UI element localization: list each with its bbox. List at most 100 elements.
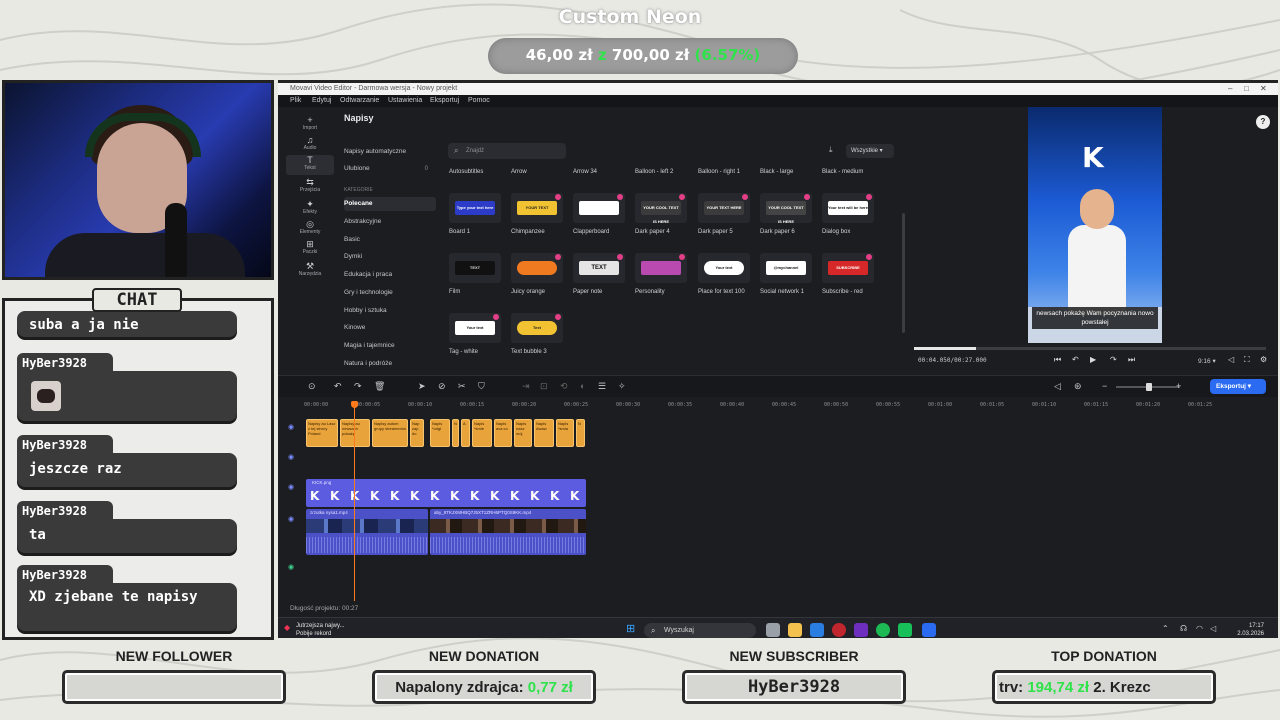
zoom-slider-knob[interactable] (1146, 383, 1152, 391)
title-tile[interactable]: @mychannel (760, 253, 812, 283)
text-clip[interactable]: Napis *odgł (430, 419, 450, 447)
image-clip[interactable]: KICK.png K K K K K K K K K K K K K K (306, 479, 586, 507)
playhead[interactable] (351, 401, 358, 601)
maximize-icon[interactable]: □ (1244, 83, 1249, 95)
undo-icon[interactable]: ↶ (334, 381, 342, 392)
track-visibility-icon[interactable]: ◉ (288, 423, 294, 431)
zoom-in-icon[interactable]: + (1176, 381, 1181, 391)
track-visibility-icon[interactable]: ◉ (288, 453, 294, 461)
speaker-icon[interactable]: ◁ (1210, 624, 1216, 633)
menu-edit[interactable]: Edytuj (312, 95, 331, 107)
video-clip[interactable]: aby_8TKJXMHBQ7J5XT1ZRH6PTQ0S9KK.mp4 (430, 509, 586, 555)
menu-file[interactable]: Plik (290, 95, 301, 107)
volume-icon[interactable]: ◁ (1228, 355, 1234, 364)
category-abstract[interactable]: Abstrakcyjne (344, 215, 436, 229)
title-tile[interactable]: Your text (449, 313, 501, 343)
crop-icon[interactable]: ⊡ (540, 381, 548, 392)
title-tile[interactable]: Your text will be here (822, 193, 874, 223)
category-favorites[interactable]: Ulubione 0 (344, 162, 436, 176)
title-tile[interactable]: YOUR COOL TEXT IS HERE (635, 193, 687, 223)
category-speech-bubbles[interactable]: Dymki (344, 250, 436, 264)
category-auto-subtitles[interactable]: Napisy automatyczne (344, 145, 436, 159)
title-tile[interactable]: SUBSCRIBE (822, 253, 874, 283)
tool-effects[interactable]: ✦ Efekty (286, 199, 334, 219)
download-icon[interactable]: ⤓ (829, 145, 833, 155)
title-tile[interactable]: Type your text here (449, 193, 501, 223)
menu-settings[interactable]: Ustawienia (388, 95, 422, 107)
windows-start-icon[interactable]: ⊞ (626, 622, 635, 635)
task-view-icon[interactable] (766, 623, 780, 637)
tool-text[interactable]: T Tekst (286, 155, 334, 175)
video-clip[interactable]: zrzutka nysa1.mp4 (306, 509, 428, 555)
text-clip[interactable]: Napisy au newsach pokażę (340, 419, 370, 447)
record-icon[interactable]: ⊙ (308, 381, 316, 392)
ripple-icon[interactable]: ⊘ (438, 381, 446, 392)
news-icon[interactable]: ◆ (284, 623, 290, 632)
edge-icon[interactable] (810, 623, 824, 637)
menu-help[interactable]: Pomoc (468, 95, 490, 107)
audio-meter-icon[interactable]: ◁ (1054, 381, 1061, 392)
title-tile[interactable]: Your text (698, 253, 750, 283)
category-recommended[interactable]: Polecane (344, 197, 436, 211)
news-widget[interactable]: Jutrzejsza najwy... Pobije rekord (296, 622, 345, 638)
menu-playback[interactable]: Odtwarzanie (340, 95, 379, 107)
cut-icon[interactable]: ✂ (458, 381, 466, 392)
text-clip[interactable]: Napisy autom grupy streamerów (372, 419, 408, 447)
text-clip[interactable]: Napis ava co (494, 419, 512, 447)
text-clip[interactable]: Nap zap do (410, 419, 424, 447)
title-tile[interactable]: YOUR TEXT (511, 193, 563, 223)
text-clip[interactable]: Napis Awaw (534, 419, 554, 447)
wifi-icon[interactable]: ◠ (1196, 624, 1203, 633)
text-clip[interactable]: N (576, 419, 585, 447)
snap-icon[interactable]: ⊛ (1074, 381, 1082, 392)
skip-forward-icon[interactable]: ⏭ (1128, 355, 1135, 365)
menu-export[interactable]: Eksportuj (430, 95, 459, 107)
tool-transitions[interactable]: ⇆ Przejścia (286, 177, 334, 197)
play-icon[interactable]: ▶ (1090, 355, 1096, 364)
zoom-out-icon[interactable]: − (1102, 381, 1107, 391)
taskbar-clock[interactable]: 17:17 2.03.2026 (1224, 622, 1264, 638)
track-visibility-icon[interactable]: ◉ (288, 483, 294, 491)
category-nature[interactable]: Natura i podróże (344, 357, 436, 371)
playhead-handle[interactable] (351, 401, 358, 408)
search-input[interactable]: ⌕ Znajdź (448, 143, 566, 159)
audio-track-icon[interactable]: ◉ (288, 563, 294, 571)
magic-icon[interactable]: ✧ (618, 381, 626, 392)
skip-back-icon[interactable]: ⏮ (1054, 355, 1061, 365)
opera-icon[interactable] (832, 623, 846, 637)
export-button[interactable]: Eksportuj ▾ (1210, 379, 1266, 394)
tool-tools[interactable]: ⚒ Narzędzia (286, 261, 334, 281)
delete-icon[interactable]: 🗑 (374, 381, 385, 392)
title-tile[interactable]: YOUR COOL TEXT IS HERE (760, 193, 812, 223)
category-games[interactable]: Gry i technologie (344, 286, 436, 300)
category-education[interactable]: Edukacja i praca (344, 268, 436, 282)
title-tile[interactable]: TEXT (573, 253, 625, 283)
category-hobby[interactable]: Hobby i sztuka (344, 304, 436, 318)
file-explorer-icon[interactable] (788, 623, 802, 637)
kick-app-icon[interactable] (898, 623, 912, 637)
marker-icon[interactable]: ⛉ (478, 381, 485, 392)
zoom-slider[interactable] (1116, 383, 1180, 391)
category-cinema[interactable]: Kinowe (344, 321, 436, 335)
library-scrollbar[interactable] (902, 213, 905, 333)
tool-import[interactable]: + Import (286, 115, 334, 135)
color-icon[interactable]: ◐ (580, 381, 585, 391)
timeline-ruler[interactable]: 00:00:00 00:00:05 00:00:10 00:00:15 00:0… (304, 399, 1264, 413)
tool-packs[interactable]: ⊞ Paczki (286, 239, 334, 259)
aspect-ratio[interactable]: 9:16 ▾ (1198, 357, 1216, 365)
spotify-icon[interactable] (876, 623, 890, 637)
select-icon[interactable]: ➤ (418, 381, 426, 392)
text-clip[interactable]: A (461, 419, 470, 447)
split-icon[interactable]: ⇥ (522, 381, 530, 392)
forward-icon[interactable]: ↷ (1110, 355, 1117, 364)
close-icon[interactable]: ✕ (1260, 83, 1267, 95)
text-clip[interactable]: Napisy au Lasz z tej strony Poland (306, 419, 338, 447)
tray-chevron-icon[interactable]: ⌃ (1162, 624, 1169, 633)
category-basic[interactable]: Basic (344, 233, 436, 247)
adjust-icon[interactable]: ☰ (598, 381, 606, 392)
track-visibility-icon[interactable]: ◉ (288, 515, 294, 523)
settings-icon[interactable]: ⚙ (1260, 355, 1267, 364)
title-tile[interactable] (635, 253, 687, 283)
text-clip[interactable]: Napis *śmia (556, 419, 574, 447)
movavi-icon[interactable] (922, 623, 936, 637)
